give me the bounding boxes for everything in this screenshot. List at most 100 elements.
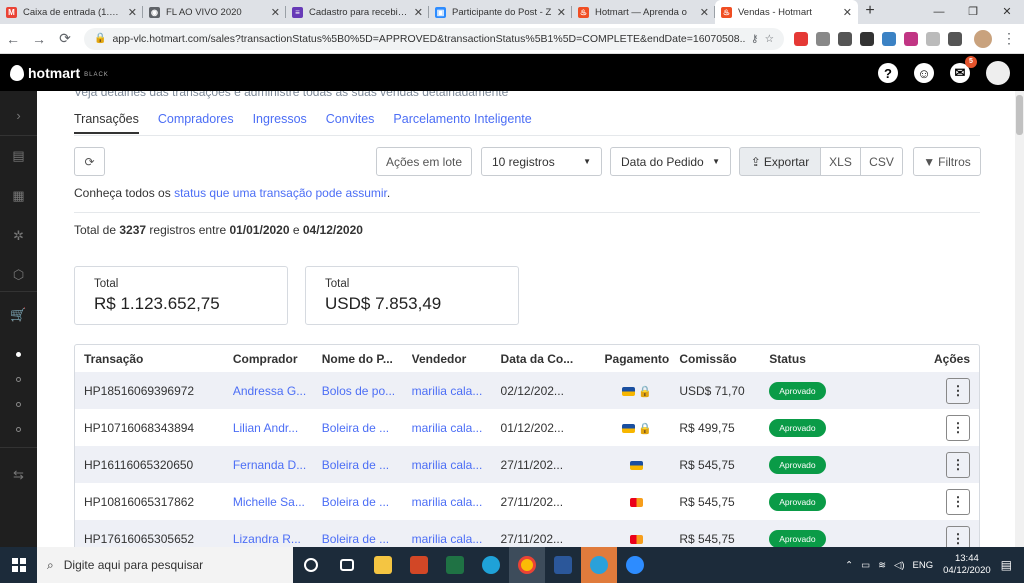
product-link[interactable]: Boleira de ... [322, 495, 412, 509]
battery-icon[interactable]: ▭ [861, 560, 870, 571]
column-header[interactable]: Transação [75, 352, 233, 366]
volume-icon[interactable]: ◁) [894, 560, 904, 571]
column-header[interactable]: Data da Co... [501, 352, 595, 366]
seller-link[interactable]: marilia cala... [412, 495, 501, 509]
buyer-link[interactable]: Fernanda D... [233, 458, 322, 472]
powerpoint-icon[interactable] [401, 547, 437, 583]
batch-actions-button[interactable]: Ações em lote [376, 147, 472, 176]
language-indicator[interactable]: ENG [913, 560, 934, 571]
buyer-link[interactable]: Michelle Sa... [233, 495, 322, 509]
apps-grid-icon[interactable]: ▦ [0, 184, 37, 208]
chevron-up-icon[interactable]: ⌃ [845, 560, 853, 571]
row-actions-button[interactable]: ⋮ [946, 451, 971, 478]
column-header[interactable]: Ações [869, 352, 979, 366]
sales-cart-icon[interactable]: 🛒 [0, 303, 37, 327]
tab-transa-es[interactable]: Transações [74, 112, 139, 134]
product-link[interactable]: Bolos de po... [322, 384, 412, 398]
csv-button[interactable]: CSV [860, 147, 903, 176]
filters-button[interactable]: ▼ Filtros [913, 147, 981, 176]
column-header[interactable]: Nome do P... [322, 352, 412, 366]
page-size-select[interactable]: 10 registros ▼ [481, 147, 602, 176]
product-link[interactable]: Boleira de ... [322, 458, 412, 472]
tab-convites[interactable]: Convites [326, 112, 375, 134]
dashboard-icon[interactable]: ▤ [0, 144, 37, 168]
seller-link[interactable]: marilia cala... [412, 421, 501, 435]
extension-m-icon[interactable] [926, 31, 940, 46]
buyer-link[interactable]: Lilian Andr... [233, 421, 322, 435]
back-icon[interactable]: ← [0, 31, 26, 47]
zoom-icon[interactable] [617, 547, 653, 583]
submenu-dot[interactable] [16, 377, 21, 382]
tab-parcelamento-inteligente[interactable]: Parcelamento Inteligente [393, 112, 531, 134]
extension-stats-icon[interactable] [838, 31, 852, 46]
close-tab-icon[interactable]: ✕ [557, 6, 566, 19]
notifications-center-icon[interactable]: ▤ [1001, 558, 1012, 572]
scrollbar[interactable] [1015, 91, 1024, 547]
date-field-select[interactable]: Data do Pedido ▼ [610, 147, 731, 176]
browser-tab[interactable]: ♨ Vendas - Hotmart ✕ [715, 0, 858, 24]
extension-icon[interactable] [816, 31, 830, 46]
browser-tab[interactable]: ♨ Hotmart — Aprenda o ✕ [572, 0, 715, 24]
column-header[interactable]: Vendedor [412, 352, 501, 366]
forward-icon[interactable]: → [26, 31, 52, 47]
column-header[interactable]: Comissão [679, 352, 769, 366]
browser-tab[interactable]: M Caixa de entrada (1.588) ✕ [0, 0, 143, 24]
start-button[interactable] [0, 547, 37, 583]
excel-icon[interactable] [437, 547, 473, 583]
browser-tab[interactable]: ▣ Participante do Post - Z ✕ [429, 0, 572, 24]
close-tab-icon[interactable]: ✕ [271, 6, 280, 19]
row-actions-button[interactable]: ⋮ [946, 414, 971, 441]
reload-icon[interactable]: ⟳ [52, 30, 78, 47]
close-tab-icon[interactable]: ✕ [843, 6, 852, 19]
browser-tab[interactable]: ≡ Cadastro para recebime ✕ [286, 0, 429, 24]
notifications-icon[interactable]: ✉ 5 [950, 56, 977, 83]
telegram-icon[interactable] [581, 547, 617, 583]
address-bar[interactable]: 🔒 app-vlc.hotmart.com/sales?transactionS… [84, 27, 784, 50]
expand-chevron-icon[interactable]: › [0, 103, 37, 127]
status-info-link[interactable]: status que uma transação pode assumir [174, 186, 387, 200]
column-header[interactable]: Status [769, 352, 869, 366]
word-icon[interactable] [545, 547, 581, 583]
submenu-dot[interactable] [16, 402, 21, 407]
task-view-icon[interactable] [329, 547, 365, 583]
column-header[interactable]: Pagamento [594, 352, 679, 366]
user-avatar[interactable] [986, 61, 1010, 85]
extension-icon[interactable] [860, 31, 874, 46]
submenu-dot[interactable] [16, 427, 21, 432]
key-icon[interactable]: ⚷ [751, 33, 759, 45]
maximize-button[interactable]: ❐ [956, 0, 990, 24]
column-header[interactable]: Comprador [233, 352, 322, 366]
extension-youtube-icon[interactable] [794, 31, 808, 46]
help-icon[interactable]: ? [878, 63, 898, 83]
buyer-link[interactable]: Lizandra R... [233, 532, 322, 546]
row-actions-button[interactable]: ⋮ [946, 377, 971, 404]
close-tab-icon[interactable]: ✕ [414, 6, 423, 19]
sync-icon[interactable]: ⇆ [0, 463, 37, 487]
edge-icon[interactable] [473, 547, 509, 583]
taskbar-search[interactable]: ⌕ Digite aqui para pesquisar [37, 547, 293, 583]
close-tab-icon[interactable]: ✕ [700, 6, 709, 19]
chrome-icon[interactable] [509, 547, 545, 583]
community-icon[interactable]: ☺ [914, 63, 934, 83]
submenu-dot[interactable] [16, 352, 21, 357]
extension-instagram-icon[interactable] [904, 31, 918, 46]
row-actions-button[interactable]: ⋮ [946, 525, 971, 547]
wifi-icon[interactable]: ≋ [878, 560, 886, 571]
file-explorer-icon[interactable] [365, 547, 401, 583]
tab-ingressos[interactable]: Ingressos [253, 112, 307, 134]
seller-link[interactable]: marilia cala... [412, 384, 501, 398]
row-actions-button[interactable]: ⋮ [946, 488, 971, 515]
refresh-button[interactable]: ⟳ [74, 147, 105, 176]
seller-link[interactable]: marilia cala... [412, 532, 501, 546]
extension-code-icon[interactable] [882, 31, 896, 46]
network-icon[interactable]: ✲ [0, 224, 37, 248]
seller-link[interactable]: marilia cala... [412, 458, 501, 472]
product-box-icon[interactable]: ⬡ [0, 263, 37, 287]
new-tab-button[interactable]: + [858, 0, 882, 24]
xls-button[interactable]: XLS [820, 147, 861, 176]
cortana-icon[interactable] [293, 547, 329, 583]
tab-compradores[interactable]: Compradores [158, 112, 234, 134]
menu-kebab-icon[interactable]: ⋮ [1002, 30, 1016, 47]
close-window-button[interactable]: ✕ [990, 0, 1024, 24]
browser-tab[interactable]: ◉ FL AO VIVO 2020 ✕ [143, 0, 286, 24]
